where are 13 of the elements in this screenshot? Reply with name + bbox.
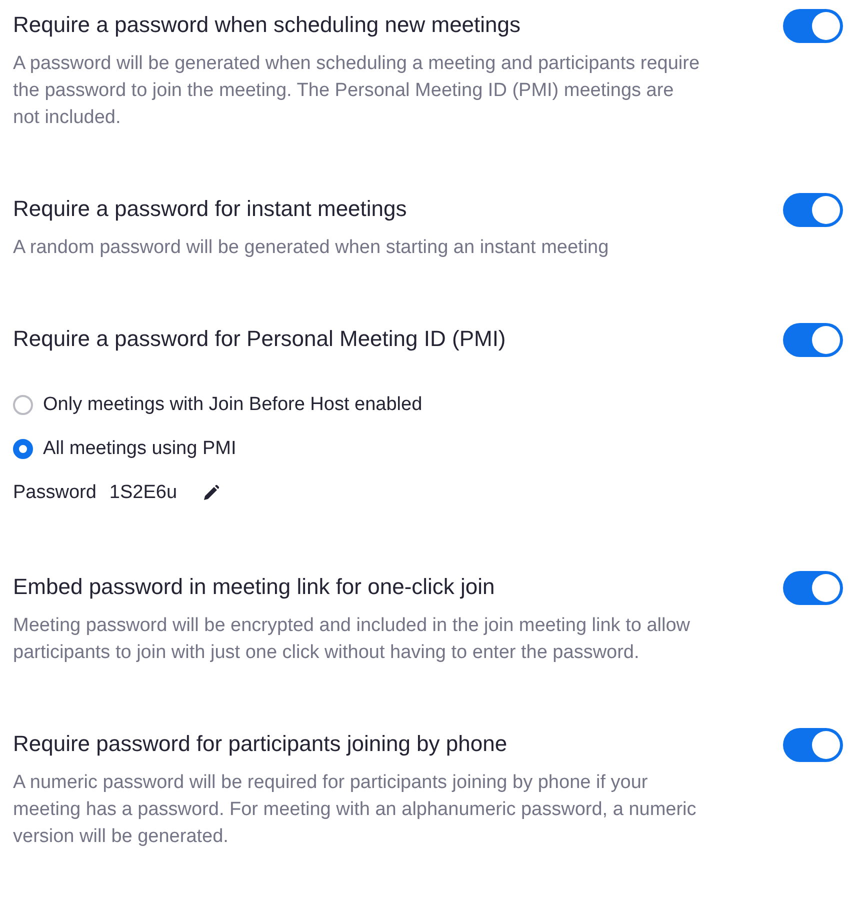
- radio-option[interactable]: Only meetings with Join Before Host enabled: [13, 389, 860, 421]
- setting-title: Require password for participants joining by phone: [13, 730, 508, 758]
- password-value: 1S2E6u: [109, 481, 178, 505]
- setting-description: A numeric password will be required for participants joining by phone if your meeting has a password. For meeting with an alphanumeric password, a numeric version will be generated.: [13, 771, 698, 849]
- radio-option[interactable]: All meetings using PMI: [13, 433, 860, 465]
- password-label: Password: [13, 481, 96, 505]
- setting-description: Meeting password will be encrypted and included in the join meeting link to allow participants to join with just one click without having to enter the password.: [13, 614, 691, 665]
- setting-title: Embed password in meeting link for one-click join: [13, 573, 495, 601]
- setting-title: Require a password for instant meetings: [13, 195, 407, 223]
- setting-description: A random password will be generated when starting an instant meeting: [13, 236, 610, 260]
- setting-title: Require a password for Personal Meeting ID (PMI): [13, 325, 506, 353]
- setting-title: Require a password when scheduling new meetings: [13, 11, 521, 39]
- setting-description: A password will be generated when scheduling a meeting and participants require the password to join the meeting. The Personal Meeting ID (PMI) meetings are not included.: [13, 52, 701, 130]
